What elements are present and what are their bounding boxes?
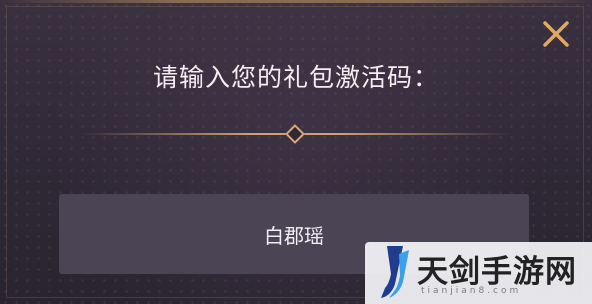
close-icon-graphic xyxy=(543,21,569,47)
dialog-title: 请输入您的礼包激活码： xyxy=(152,63,439,92)
gift-code-dialog: 请输入您的礼包激活码： 白郡瑶 天剑手游网 tianjian8.com xyxy=(0,0,592,304)
watermark-domain-text: tianjian8.com xyxy=(421,286,522,296)
site-watermark: 天剑手游网 tianjian8.com xyxy=(365,242,592,304)
ornament-divider xyxy=(80,124,512,144)
watermark-logo-icon xyxy=(381,246,409,298)
watermark-brand-text: 天剑手游网 xyxy=(417,254,577,290)
top-border-line xyxy=(0,0,592,3)
close-icon[interactable] xyxy=(540,18,572,50)
activation-code-value: 白郡瑶 xyxy=(264,223,324,248)
